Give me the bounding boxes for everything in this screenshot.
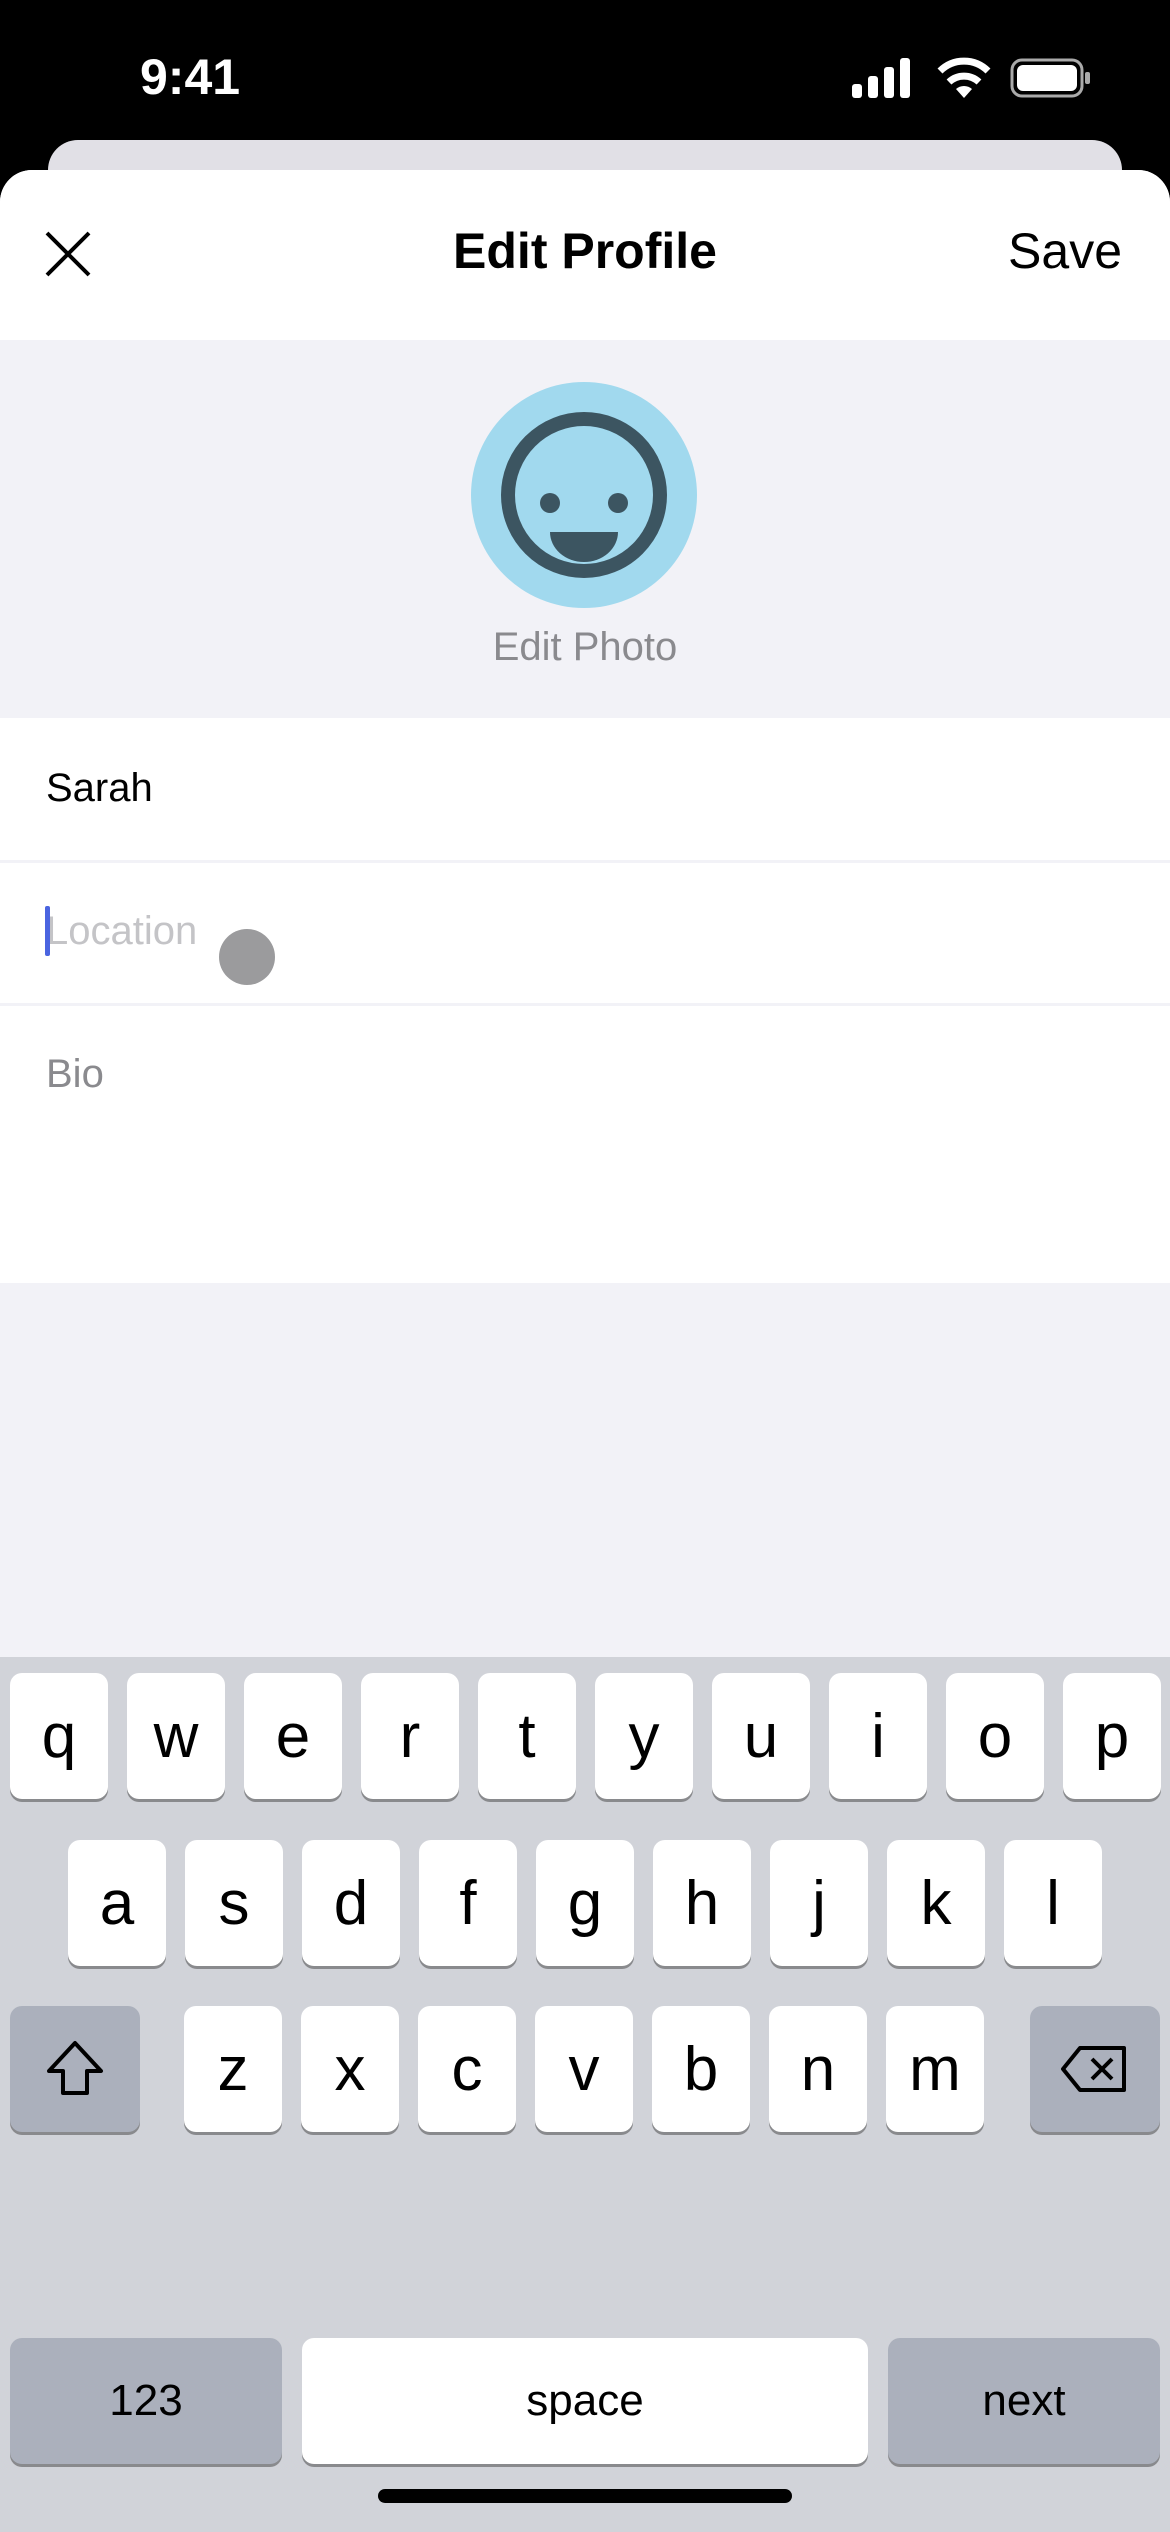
- avatar[interactable]: [471, 382, 697, 608]
- save-button[interactable]: Save: [1008, 222, 1122, 280]
- key-l[interactable]: l: [1004, 1840, 1102, 1966]
- bio-placeholder: Bio: [46, 1052, 104, 1096]
- key-f[interactable]: f: [419, 1840, 517, 1966]
- nav-header: Edit Profile Save: [0, 170, 1170, 340]
- key-a[interactable]: a: [68, 1840, 166, 1966]
- keyboard: 123 space next qwertyuiop asdfghjkl zxcvbn…: [0, 1657, 1170, 2532]
- smiley-face-icon: [501, 412, 667, 578]
- location-field[interactable]: Location: [0, 863, 1170, 1003]
- edit-photo-button[interactable]: Edit Photo: [0, 625, 1170, 670]
- next-key[interactable]: next: [888, 2338, 1160, 2464]
- delete-icon: [1061, 2046, 1126, 2092]
- key-d[interactable]: d: [302, 1840, 400, 1966]
- edit-profile-sheet: Edit Profile Save Edit Photo Sarah Locat…: [0, 170, 1170, 2532]
- key-e[interactable]: e: [244, 1673, 342, 1799]
- home-indicator[interactable]: [378, 2489, 792, 2503]
- text-caret: [45, 906, 50, 956]
- key-u[interactable]: u: [712, 1673, 810, 1799]
- cellular-signal-icon: [852, 58, 910, 98]
- battery-icon: [1010, 58, 1090, 98]
- space-key[interactable]: space: [302, 2338, 868, 2464]
- key-v[interactable]: v: [535, 2006, 633, 2132]
- page-title: Edit Profile: [453, 223, 717, 279]
- key-j[interactable]: j: [770, 1840, 868, 1966]
- key-x[interactable]: x: [301, 2006, 399, 2132]
- status-time: 9:41: [140, 49, 241, 105]
- key-n[interactable]: n: [769, 2006, 867, 2132]
- key-y[interactable]: y: [595, 1673, 693, 1799]
- key-k[interactable]: k: [887, 1840, 985, 1966]
- name-field[interactable]: Sarah: [0, 718, 1170, 860]
- numbers-key[interactable]: 123: [10, 2338, 282, 2464]
- key-i[interactable]: i: [829, 1673, 927, 1799]
- key-w[interactable]: w: [127, 1673, 225, 1799]
- delete-key[interactable]: [1030, 2006, 1160, 2132]
- key-r[interactable]: r: [361, 1673, 459, 1799]
- key-m[interactable]: m: [886, 2006, 984, 2132]
- touch-indicator: [219, 929, 275, 985]
- shift-key[interactable]: [10, 2006, 140, 2132]
- key-s[interactable]: s: [185, 1840, 283, 1966]
- key-p[interactable]: p: [1063, 1673, 1161, 1799]
- key-b[interactable]: b: [652, 2006, 750, 2132]
- key-t[interactable]: t: [478, 1673, 576, 1799]
- key-g[interactable]: g: [536, 1840, 634, 1966]
- bio-field[interactable]: Bio: [0, 1006, 1170, 1283]
- key-h[interactable]: h: [653, 1840, 751, 1966]
- key-c[interactable]: c: [418, 2006, 516, 2132]
- wifi-icon: [937, 57, 991, 98]
- name-value: Sarah: [46, 766, 153, 810]
- key-z[interactable]: z: [184, 2006, 282, 2132]
- key-o[interactable]: o: [946, 1673, 1044, 1799]
- shift-icon: [47, 2041, 103, 2095]
- key-q[interactable]: q: [10, 1673, 108, 1799]
- location-placeholder: Location: [46, 909, 198, 953]
